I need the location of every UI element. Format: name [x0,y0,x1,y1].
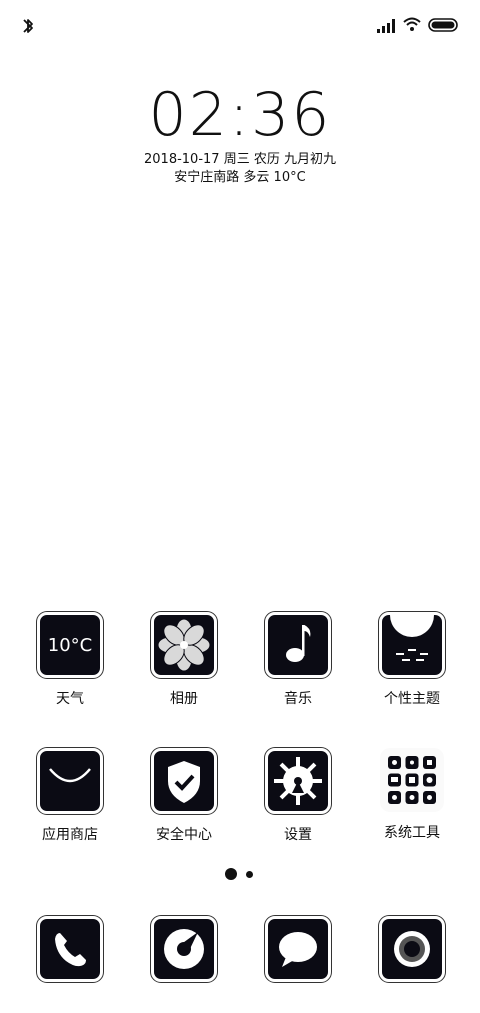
battery-icon [428,18,458,32]
dock-camera[interactable] [364,916,460,982]
app-weather[interactable]: 10°C 天气 [22,612,118,708]
weather-icon: 10°C [37,612,103,678]
music-note-icon [265,612,331,678]
app-security[interactable]: 安全中心 [136,748,232,844]
camera-lens-icon [379,916,445,982]
cellular-signal-icon [377,19,395,33]
settings-gear-icon [265,748,331,814]
app-themes[interactable]: 个性主题 [364,612,460,708]
app-label: 相册 [170,691,198,707]
app-settings[interactable]: 设置 [250,748,346,844]
wifi-icon [403,17,421,31]
browser-compass-icon [151,916,217,982]
app-store-smile-icon [37,748,103,814]
app-store[interactable]: 应用商店 [22,748,118,844]
date-line: 2018-10-17 周三 农历 九月初九 [144,152,336,167]
app-system-tools-folder[interactable]: 系统工具 [364,748,460,842]
bluetooth-icon [23,19,33,33]
messages-bubble-icon [265,916,331,982]
app-label: 天气 [56,691,84,707]
weather-icon-text: 10°C [47,635,93,656]
page-indicator[interactable] [0,866,480,886]
dock-messages[interactable] [250,916,346,982]
security-shield-icon [151,748,217,814]
app-label: 安全中心 [156,827,212,843]
status-bar [0,0,480,50]
page-dot-active[interactable] [225,868,237,880]
app-music[interactable]: 音乐 [250,612,346,708]
app-label: 音乐 [284,691,312,707]
location-weather: 安宁庄南路 多云 10°C [174,170,306,185]
app-label: 个性主题 [384,691,440,707]
app-gallery[interactable]: 相册 [136,612,232,708]
app-label: 系统工具 [384,825,440,841]
dock-phone[interactable] [22,916,118,982]
clock-time[interactable]: 02:36 [0,80,480,150]
page-dot[interactable] [246,871,253,878]
system-tools-folder-icon [380,748,444,812]
app-label: 设置 [284,827,312,843]
gallery-flower-icon [151,612,217,678]
dock-browser[interactable] [136,916,232,982]
phone-icon [37,916,103,982]
themes-icon [379,612,445,678]
app-label: 应用商店 [42,827,98,843]
